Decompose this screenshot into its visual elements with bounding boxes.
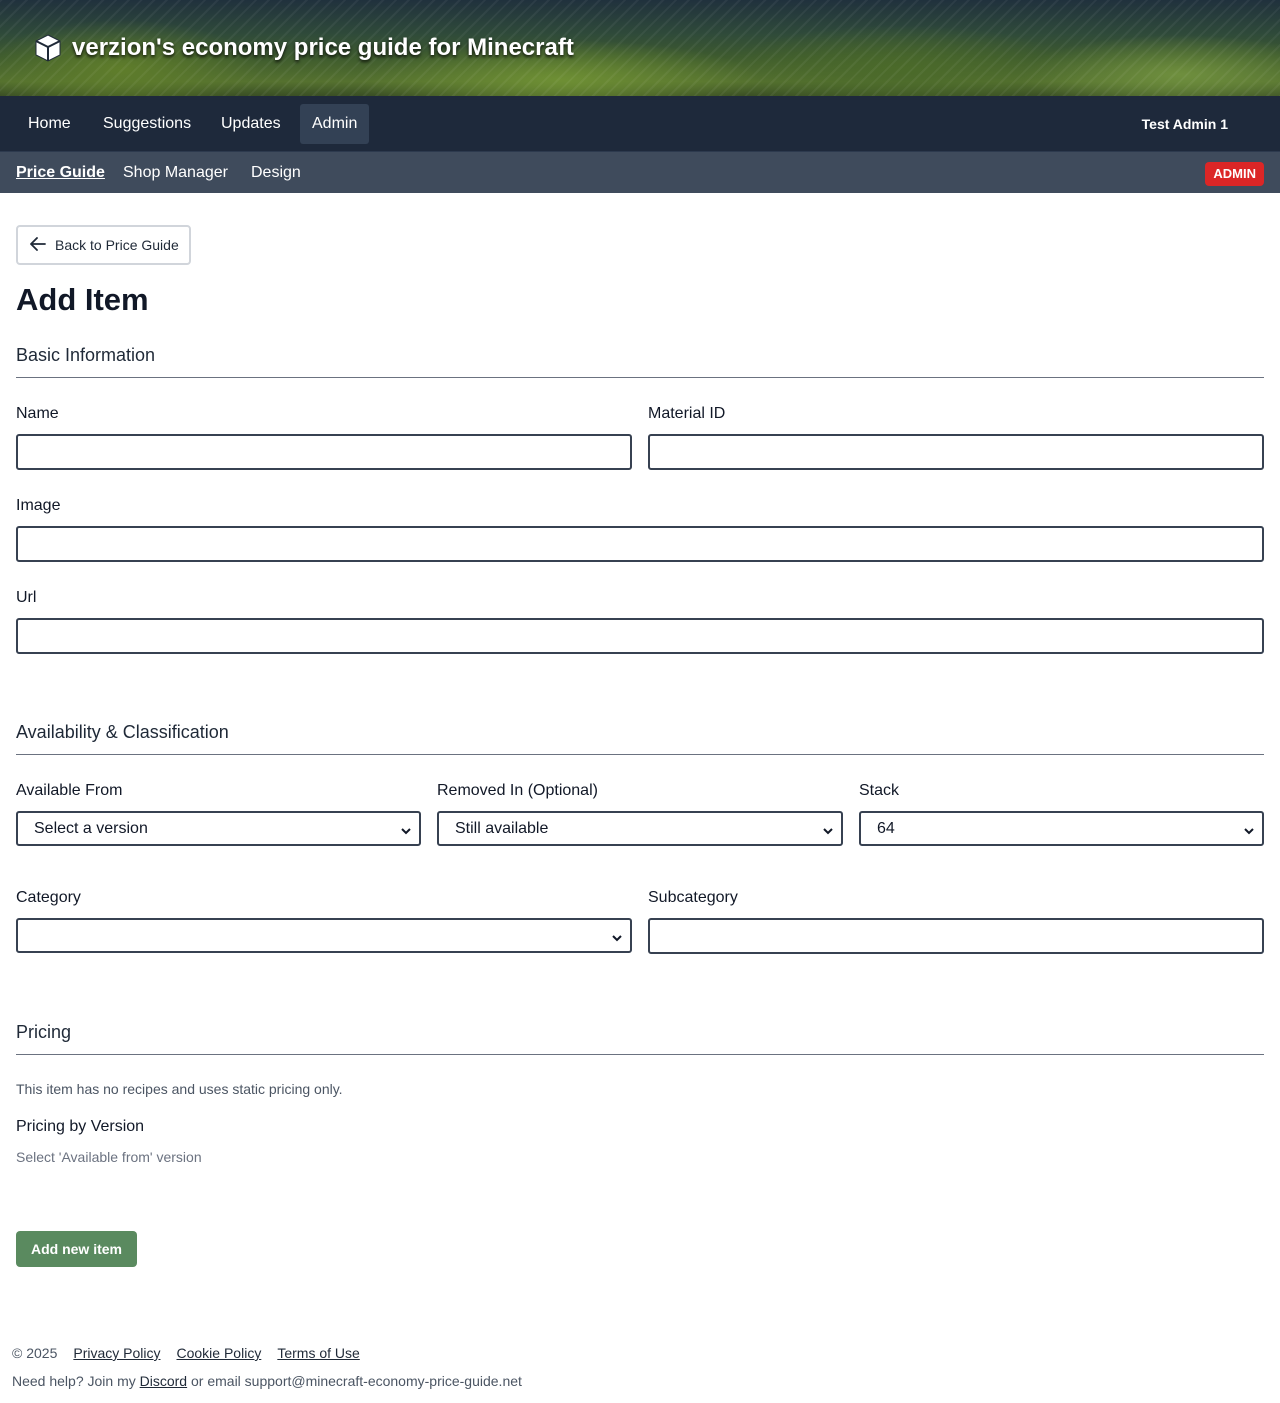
chevron-down-icon bbox=[1244, 823, 1254, 841]
site-title-text: verzion's economy price guide for Minecr… bbox=[72, 34, 574, 61]
name-label: Name bbox=[16, 405, 59, 422]
stack-value: 64 bbox=[877, 819, 895, 837]
site-title[interactable]: verzion's economy price guide for Minecr… bbox=[34, 30, 574, 66]
available-from-label: Available From bbox=[16, 782, 123, 799]
cookie-policy-link[interactable]: Cookie Policy bbox=[177, 1345, 262, 1361]
removed-in-label: Removed In (Optional) bbox=[437, 782, 598, 799]
subnav-design[interactable]: Design bbox=[251, 163, 301, 183]
image-label: Image bbox=[16, 497, 61, 514]
copyright: © 2025 bbox=[12, 1345, 58, 1361]
back-to-price-guide-button[interactable]: Back to Price Guide bbox=[16, 225, 191, 265]
stack-select[interactable]: 64 bbox=[859, 811, 1264, 846]
back-button-label: Back to Price Guide bbox=[55, 237, 179, 253]
discord-link[interactable]: Discord bbox=[140, 1373, 187, 1389]
available-from-select[interactable]: Select a version bbox=[16, 811, 421, 846]
pricing-by-version-heading: Pricing by Version bbox=[16, 1118, 145, 1135]
category-label: Category bbox=[16, 889, 81, 906]
help-text: Need help? Join my Discord or email supp… bbox=[12, 1373, 522, 1389]
removed-in-select[interactable]: Still available bbox=[437, 811, 843, 846]
material-id-input[interactable] bbox=[648, 434, 1264, 470]
chevron-down-icon bbox=[612, 930, 622, 948]
stack-label: Stack bbox=[859, 782, 900, 799]
add-new-item-button[interactable]: Add new item bbox=[16, 1231, 137, 1267]
admin-badge: ADMIN bbox=[1205, 162, 1264, 186]
page-title: Add Item bbox=[16, 282, 149, 317]
chevron-down-icon bbox=[823, 823, 833, 841]
section-availability: Availability & Classification bbox=[16, 722, 229, 742]
help-prefix: Need help? Join my bbox=[12, 1373, 136, 1389]
nav-updates[interactable]: Updates bbox=[209, 104, 293, 144]
pricing-info-text: This item has no recipes and uses static… bbox=[16, 1081, 343, 1097]
nav-suggestions[interactable]: Suggestions bbox=[91, 104, 203, 144]
cube-icon bbox=[34, 33, 62, 63]
section-pricing: Pricing bbox=[16, 1022, 72, 1042]
subcategory-label: Subcategory bbox=[648, 889, 738, 906]
nav-admin[interactable]: Admin bbox=[300, 104, 370, 144]
nav-home[interactable]: Home bbox=[16, 104, 83, 144]
pricing-by-version-hint: Select 'Available from' version bbox=[16, 1149, 202, 1165]
category-select[interactable] bbox=[16, 918, 632, 953]
privacy-policy-link[interactable]: Privacy Policy bbox=[73, 1345, 160, 1361]
section-divider bbox=[16, 1054, 1264, 1055]
url-input[interactable] bbox=[16, 618, 1264, 654]
hero-banner: verzion's economy price guide for Minecr… bbox=[0, 0, 1280, 96]
subnav-price-guide[interactable]: Price Guide bbox=[16, 163, 105, 183]
user-menu[interactable]: Test Admin 1 bbox=[1142, 104, 1228, 144]
primary-nav: Home Suggestions Updates Admin Test Admi… bbox=[0, 96, 1280, 152]
secondary-nav: Price Guide Shop Manager Design ADMIN bbox=[0, 152, 1280, 193]
section-divider bbox=[16, 377, 1264, 378]
subcategory-input[interactable] bbox=[648, 918, 1264, 954]
material-id-label: Material ID bbox=[648, 405, 726, 422]
arrow-left-icon bbox=[30, 236, 46, 254]
subnav-shop-manager[interactable]: Shop Manager bbox=[123, 163, 228, 183]
footer-links: © 2025 Privacy Policy Cookie Policy Term… bbox=[12, 1345, 360, 1361]
chevron-down-icon bbox=[401, 823, 411, 841]
section-divider bbox=[16, 754, 1264, 755]
url-label: Url bbox=[16, 589, 37, 606]
image-input[interactable] bbox=[16, 526, 1264, 562]
help-suffix: or email support@minecraft-economy-price… bbox=[191, 1373, 522, 1389]
name-input[interactable] bbox=[16, 434, 632, 470]
terms-of-use-link[interactable]: Terms of Use bbox=[277, 1345, 359, 1361]
section-basic-information: Basic Information bbox=[16, 345, 156, 365]
available-from-value: Select a version bbox=[34, 819, 148, 837]
removed-in-value: Still available bbox=[455, 819, 549, 837]
